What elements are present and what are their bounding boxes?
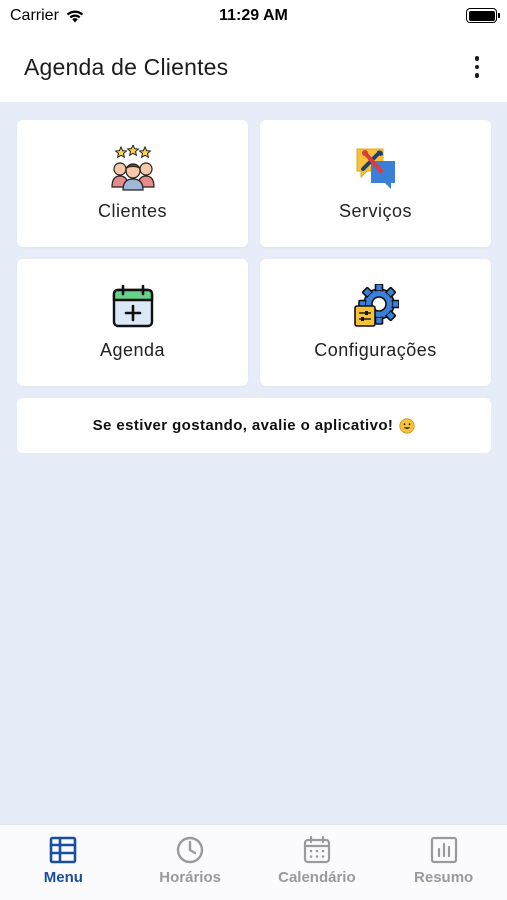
- settings-gear-icon: [353, 284, 399, 327]
- calendar-add-icon: [112, 284, 153, 328]
- tab-calendar[interactable]: Calendário: [254, 825, 381, 900]
- battery-icon: [466, 8, 500, 23]
- rate-app-text: Se estiver gostando, avalie o aplicativo…: [92, 417, 394, 434]
- page-title: Agenda de Clientes: [24, 53, 229, 80]
- more-vertical-icon[interactable]: [471, 50, 484, 84]
- tab-bar: Menu Horários Calendário Resumo: [0, 824, 507, 900]
- app-header: Agenda de Clientes: [0, 32, 507, 102]
- clients-icon: [110, 145, 155, 191]
- settings-label: Configurações: [314, 340, 437, 360]
- settings-card[interactable]: Configurações: [260, 259, 491, 386]
- clock-icon: [176, 836, 204, 864]
- clients-card[interactable]: Clientes: [17, 120, 248, 247]
- table-icon: [50, 836, 77, 864]
- menu-grid: Clientes Serviços Agenda Configurações: [17, 120, 491, 386]
- tab-menu-label: Menu: [43, 869, 83, 886]
- rate-app-banner[interactable]: Se estiver gostando, avalie o aplicativo…: [17, 398, 491, 453]
- status-bar: Carrier 11:29 AM: [0, 0, 507, 32]
- services-icon: [356, 148, 395, 189]
- calendar-icon: [303, 835, 330, 864]
- bar-chart-icon: [430, 836, 457, 864]
- schedule-label: Agenda: [99, 340, 166, 360]
- tab-summary[interactable]: Resumo: [380, 825, 507, 900]
- services-label: Serviços: [338, 201, 413, 221]
- smiley-icon: [399, 417, 415, 434]
- tab-hours-label: Horários: [159, 869, 221, 886]
- services-card[interactable]: Serviços: [260, 120, 491, 247]
- status-time: 11:29 AM: [219, 7, 288, 24]
- tab-summary-label: Resumo: [414, 869, 474, 886]
- tab-schedule-hours[interactable]: Horários: [127, 825, 254, 900]
- clients-label: Clientes: [97, 201, 168, 221]
- schedule-card[interactable]: Agenda: [17, 259, 248, 386]
- tab-calendar-label: Calendário: [278, 869, 356, 886]
- tab-menu[interactable]: Menu: [0, 825, 127, 900]
